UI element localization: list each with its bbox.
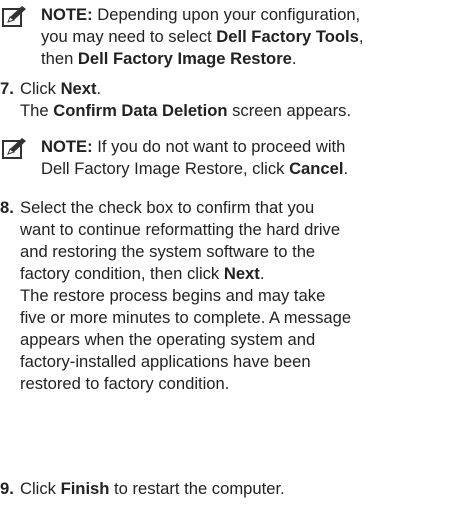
text-run: . <box>343 159 349 178</box>
text-run: The restore process begins and may take <box>20 286 326 305</box>
text-run: screen appears. <box>227 101 352 120</box>
step-line: Click Next. <box>20 78 448 100</box>
bold-term: Cancel <box>289 159 344 178</box>
note-label: NOTE: <box>41 5 93 24</box>
step-line: and restoring the system software to the <box>20 241 448 263</box>
bold-term: Confirm Data Deletion <box>53 101 228 120</box>
note-line: NOTE: If you do not want to proceed with <box>41 136 446 158</box>
note-text: NOTE: Depending upon your configuration,… <box>41 4 446 70</box>
text-run: factory-installed applications have been <box>20 352 311 371</box>
text-run: Depending upon your configuration, <box>92 5 361 24</box>
note-text: NOTE: If you do not want to proceed with… <box>41 136 446 180</box>
note-line: NOTE: Depending upon your configuration, <box>41 4 446 26</box>
text-run: Select the check box to confirm that you <box>20 198 315 217</box>
step-line: The restore process begins and may take <box>20 285 448 307</box>
text-run: appears when the operating system and <box>20 330 316 349</box>
text-run: Click <box>20 79 61 98</box>
pencil-note-icon <box>2 138 28 160</box>
bold-term: Dell Factory Image Restore <box>77 49 292 68</box>
step-line: restored to factory condition. <box>20 373 448 395</box>
text-run: . <box>96 79 102 98</box>
text-run: restored to factory condition. <box>20 374 230 393</box>
text-run: you may need to select <box>41 27 217 46</box>
step-line: five or more minutes to complete. A mess… <box>20 307 448 329</box>
step-line: factory condition, then click Next. <box>20 263 448 285</box>
text-run: Click <box>20 479 61 498</box>
bold-term: Next <box>223 264 260 283</box>
text-run: five or more minutes to complete. A mess… <box>20 308 352 327</box>
step-line: Select the check box to confirm that you <box>20 197 448 219</box>
note-line: then Dell Factory Image Restore. <box>41 48 446 70</box>
text-run: and restoring the system software to the <box>20 242 316 261</box>
text-run: factory condition, then click <box>20 264 224 283</box>
text-run: . <box>291 49 297 68</box>
bold-term: Finish <box>60 479 110 498</box>
step-line: factory-installed applications have been <box>20 351 448 373</box>
text-run: If you do not want to proceed with <box>92 137 346 156</box>
text-run: Dell Factory Image Restore, click <box>41 159 290 178</box>
text-run: , <box>358 27 364 46</box>
bold-term: Next <box>60 79 97 98</box>
step-text: Click Next. The Confirm Data Deletion sc… <box>20 78 448 122</box>
step-line: The Confirm Data Deletion screen appears… <box>20 100 448 122</box>
note-line: Dell Factory Image Restore, click Cancel… <box>41 158 446 180</box>
note-line: you may need to select Dell Factory Tool… <box>41 26 446 48</box>
step-text: Select the check box to confirm that you… <box>20 197 448 395</box>
text-run: The <box>20 101 54 120</box>
step-number: 8. <box>0 198 14 217</box>
step-text: Click Finish to restart the computer. <box>20 478 448 500</box>
step-line: want to continue reformatting the hard d… <box>20 219 448 241</box>
text-run: . <box>259 264 265 283</box>
text-run: to restart the computer. <box>109 479 285 498</box>
step-number: 9. <box>0 479 14 498</box>
step-line: appears when the operating system and <box>20 329 448 351</box>
text-run: then <box>41 49 78 68</box>
bold-term: Dell Factory Tools <box>216 27 359 46</box>
step-line: Click Finish to restart the computer. <box>20 478 448 500</box>
text-run: want to continue reformatting the hard d… <box>20 220 341 239</box>
step-number: 7. <box>0 79 14 98</box>
pencil-note-icon <box>2 6 28 28</box>
note-label: NOTE: <box>41 137 93 156</box>
